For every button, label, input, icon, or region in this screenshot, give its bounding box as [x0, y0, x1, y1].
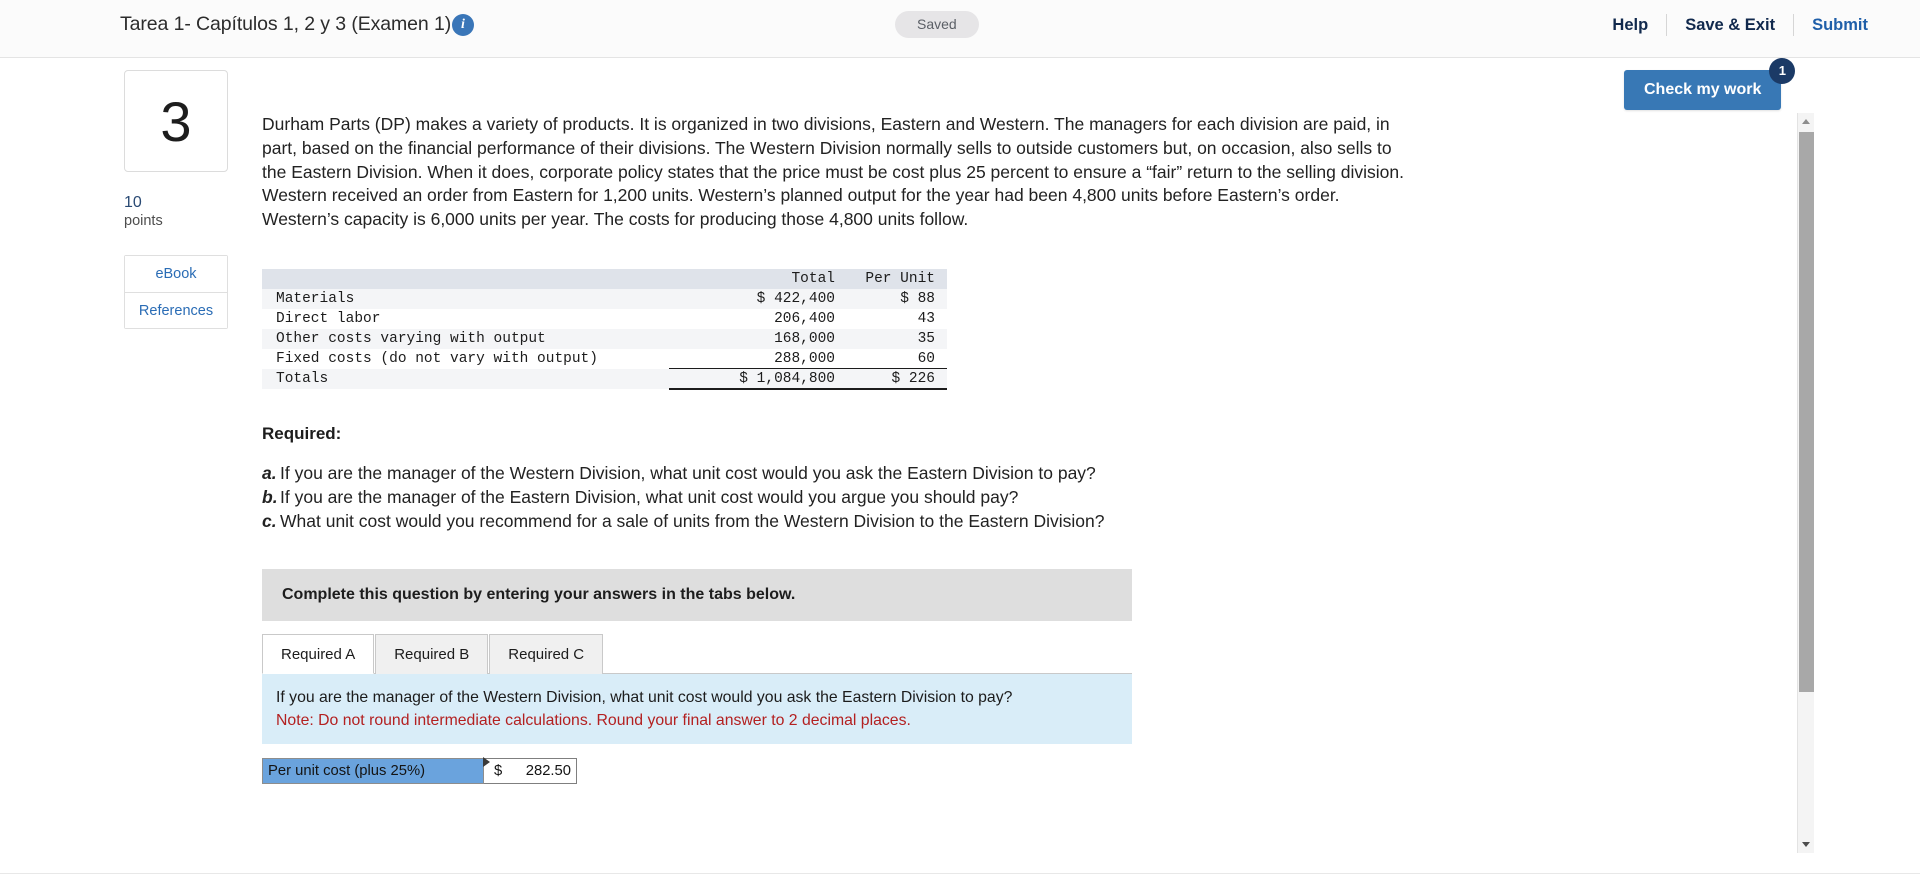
cost-row-per-unit: 43 [917, 310, 935, 327]
vertical-scrollbar[interactable] [1797, 113, 1814, 853]
table-row: Other costs varying with output 168,000 … [262, 328, 947, 349]
cost-row-total: 206,400 [774, 310, 835, 327]
cost-totals-per-unit: $ 226 [847, 368, 947, 390]
answer-input-row: Per unit cost (plus 25%) $ 282.50 [262, 756, 577, 784]
cost-table-col-total: Total [791, 270, 835, 287]
question-rail: 3 10 points eBook References [124, 70, 228, 329]
tab-required-c[interactable]: Required C [489, 633, 604, 674]
cost-table-body: Materials $ 422,400 $ 88 Direct labor 20… [262, 288, 947, 390]
tab-required-b[interactable]: Required B [375, 633, 489, 674]
answer-instruction-bar: Complete this question by entering your … [262, 568, 1132, 621]
submit-link[interactable]: Submit [1812, 16, 1868, 35]
required-marker: c. [262, 510, 277, 531]
cost-table-col-per-unit: Per Unit [865, 270, 935, 287]
rail-button-group: eBook References [124, 255, 228, 329]
info-icon[interactable]: i [452, 14, 474, 36]
cost-row-per-unit: 35 [917, 330, 935, 347]
question-scroll-pane: Durham Parts (DP) makes a variety of pro… [262, 113, 1780, 853]
page-title: Tarea 1- Capítulos 1, 2 y 3 (Examen 1) [120, 13, 452, 35]
points-value: 10 [124, 194, 142, 211]
header-actions: Help Save & Exit Submit [1612, 11, 1868, 39]
required-list: a. If you are the manager of the Western… [262, 461, 1732, 533]
cost-row-per-unit: 60 [917, 350, 935, 367]
tab-rounding-note: Note: Do not round intermediate calculat… [276, 711, 911, 729]
top-header-bar: Tarea 1- Capítulos 1, 2 y 3 (Examen 1) i… [0, 0, 1920, 58]
required-text: If you are the manager of the Eastern Di… [280, 486, 1019, 507]
answer-tabs: Required A Required B Required C [262, 633, 1732, 674]
cost-row-total: $ 422,400 [756, 290, 835, 307]
cost-table-header-row: Total Per Unit [262, 268, 947, 289]
required-heading: Required: [262, 423, 342, 443]
tab-panel-required-a: If you are the manager of the Western Di… [262, 672, 1132, 744]
tab-question-text: If you are the manager of the Western Di… [276, 688, 1013, 706]
cost-totals-label: Totals [276, 370, 329, 387]
question-body-text: Durham Parts (DP) makes a variety of pro… [262, 114, 1404, 230]
scroll-down-arrow-icon[interactable] [1798, 836, 1815, 853]
cell-marker-icon [483, 756, 490, 767]
required-marker: a. [262, 462, 277, 483]
scroll-up-arrow-icon[interactable] [1798, 113, 1815, 130]
save-and-exit-link[interactable]: Save & Exit [1685, 16, 1775, 35]
ebook-button[interactable]: eBook [125, 256, 227, 292]
list-item: a. If you are the manager of the Western… [262, 461, 1732, 485]
check-my-work-button[interactable]: Check my work [1624, 70, 1782, 110]
status-badge-saved: Saved [895, 11, 979, 38]
points-label: points [124, 213, 163, 229]
help-link[interactable]: Help [1612, 16, 1648, 35]
cost-row-label: Fixed costs (do not vary with output) [276, 350, 598, 367]
cost-totals-total: $ 1,084,800 [669, 368, 847, 390]
cost-table-col-blank [262, 269, 669, 289]
required-text: What unit cost would you recommend for a… [280, 510, 1105, 531]
required-marker: b. [262, 486, 278, 507]
cost-row-per-unit: $ 88 [900, 290, 935, 307]
scrollbar-thumb[interactable] [1799, 132, 1814, 692]
table-row: Fixed costs (do not vary with output) 28… [262, 349, 947, 369]
cost-table: Total Per Unit Materials $ 422,400 $ 88 … [262, 268, 947, 390]
cost-table-totals-row: Totals $ 1,084,800 $ 226 [262, 368, 947, 390]
check-my-work-wrapper: Check my work 1 [1624, 58, 1796, 110]
references-button[interactable]: References [125, 292, 227, 328]
list-item: c. What unit cost would you recommend fo… [262, 509, 1732, 533]
question-number: 3 [124, 70, 228, 172]
cost-row-label: Materials [276, 290, 355, 307]
cost-row-label: Other costs varying with output [276, 330, 546, 347]
table-row: Materials $ 422,400 $ 88 [262, 288, 947, 309]
list-item: b. If you are the manager of the Eastern… [262, 485, 1732, 509]
answer-input-cell[interactable]: $ 282.50 [483, 756, 577, 784]
cost-row-total: 168,000 [774, 330, 835, 347]
check-my-work-badge: 1 [1769, 58, 1796, 84]
tab-required-a[interactable]: Required A [262, 633, 375, 674]
cost-row-label: Direct labor [276, 310, 381, 327]
per-unit-cost-input[interactable]: 282.50 [502, 763, 576, 779]
cost-table-head: Total Per Unit [262, 268, 947, 289]
table-row: Direct labor 206,400 43 [262, 309, 947, 329]
answer-row-label: Per unit cost (plus 25%) [262, 757, 484, 784]
header-divider-2 [1793, 14, 1795, 36]
required-text: If you are the manager of the Western Di… [280, 462, 1096, 483]
header-divider-1 [1666, 14, 1668, 36]
cost-row-total: 288,000 [774, 350, 835, 367]
question-content: Durham Parts (DP) makes a variety of pro… [262, 113, 1742, 784]
